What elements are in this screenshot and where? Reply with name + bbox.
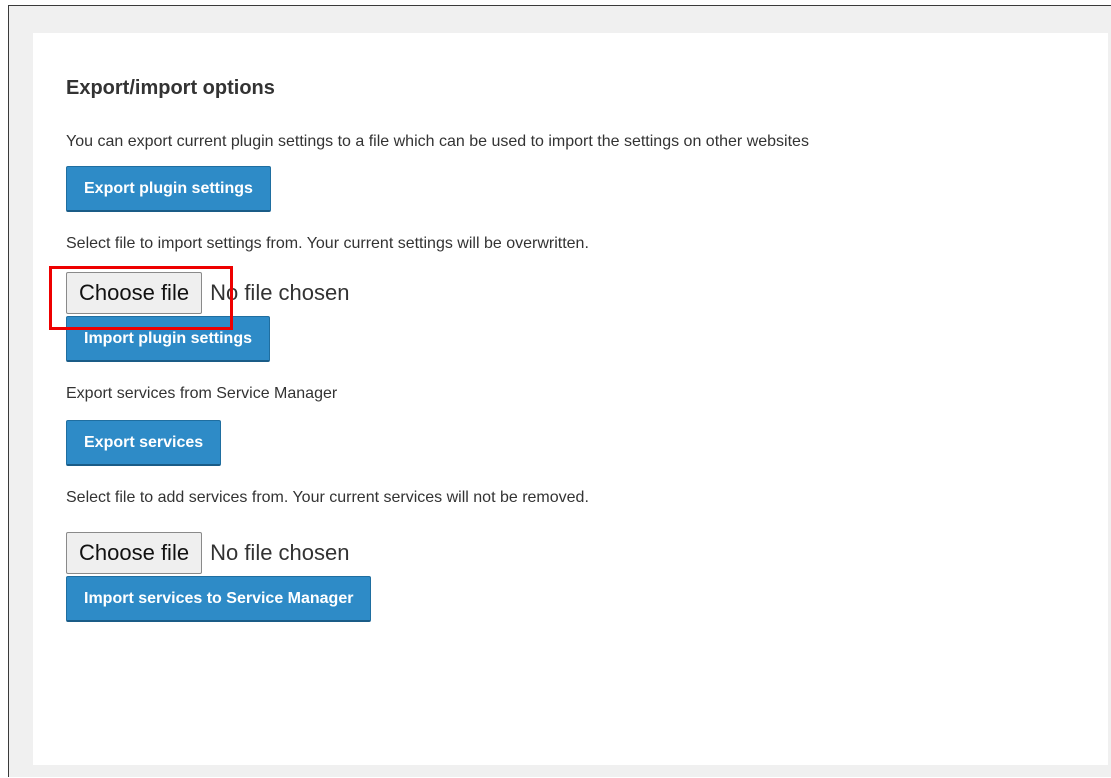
file-status-text: No file chosen [210, 540, 350, 565]
export-services-button[interactable]: Export services [66, 420, 222, 466]
choose-file-button[interactable]: Choose file [66, 272, 203, 314]
import-services-description: Select file to add services from. Your c… [66, 489, 589, 506]
export-import-panel: Export/import options You can export cur… [33, 33, 1108, 765]
export-plugin-settings-button[interactable]: Export plugin settings [66, 166, 271, 212]
import-settings-description: Select file to import settings from. You… [66, 235, 589, 252]
export-settings-description: You can export current plugin settings t… [66, 133, 809, 150]
file-status-text: No file chosen [210, 280, 350, 305]
import-plugin-settings-button[interactable]: Import plugin settings [66, 316, 270, 362]
import-settings-file-input[interactable]: Choose file No file chosen [49, 266, 1108, 330]
import-services-button[interactable]: Import services to Service Manager [66, 576, 372, 622]
export-services-description: Export services from Service Manager [66, 385, 338, 402]
section-title: Export/import options [66, 77, 275, 99]
import-services-file-input[interactable]: Choose file No file chosen [66, 530, 1108, 576]
choose-file-button[interactable]: Choose file [66, 532, 203, 574]
